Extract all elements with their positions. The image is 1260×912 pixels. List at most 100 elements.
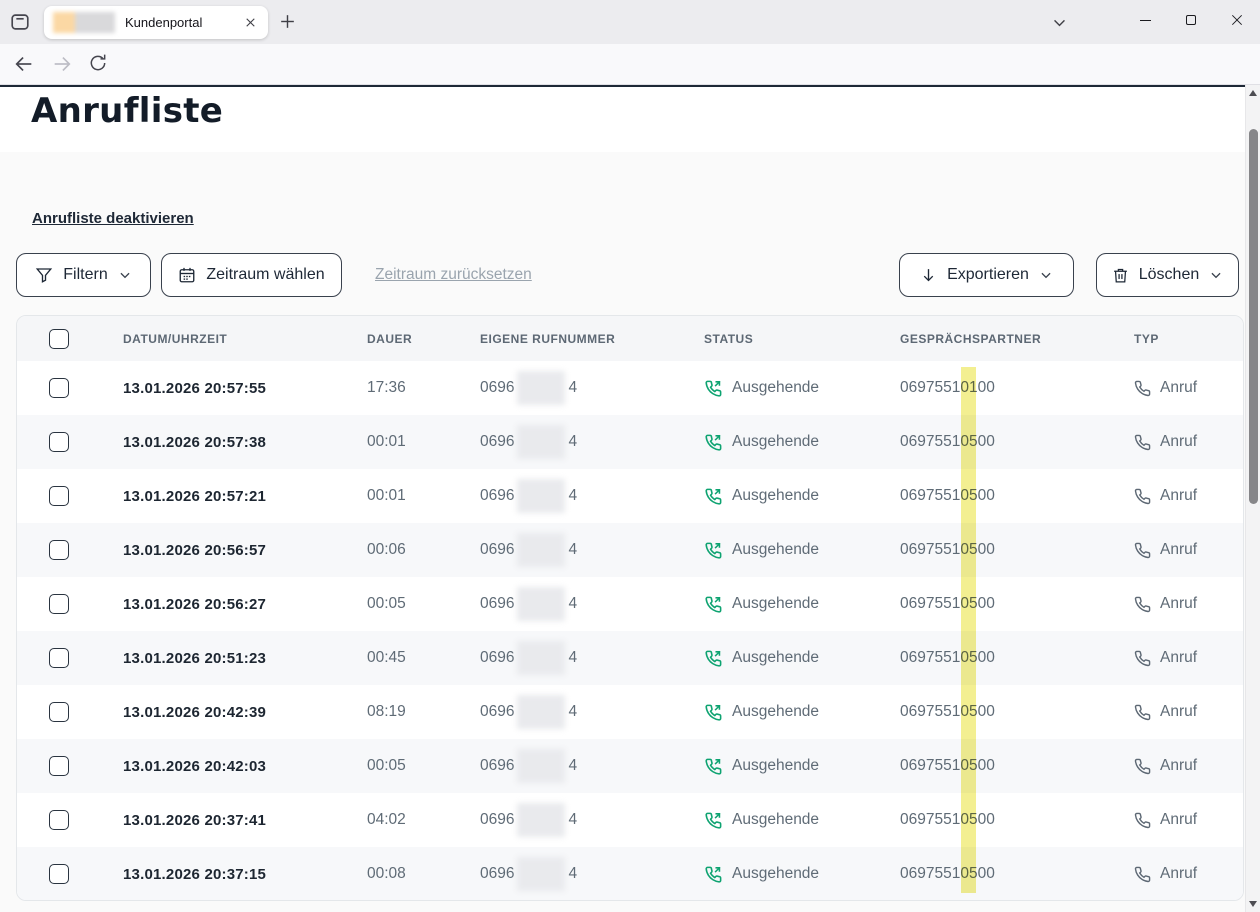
reload-icon[interactable]: [88, 53, 108, 73]
row-checkbox[interactable]: [49, 378, 69, 398]
outgoing-call-icon: [704, 379, 723, 398]
phone-icon: [1134, 596, 1151, 613]
status-cell: Ausgehende: [704, 649, 900, 668]
tab-title: Kundenportal: [125, 15, 242, 30]
row-checkbox[interactable]: [49, 594, 69, 614]
own-number-cell: 06964: [480, 803, 704, 837]
own-number-cell: 06964: [480, 425, 704, 459]
new-tab-icon[interactable]: [278, 12, 297, 31]
table-row: 13.01.2026 20:42:03 00:05 06964 Ausgehen…: [17, 739, 1243, 793]
type-cell: Anruf: [1134, 487, 1243, 505]
type-cell: Anruf: [1134, 433, 1243, 451]
outgoing-call-icon: [704, 595, 723, 614]
row-checkbox[interactable]: [49, 432, 69, 452]
datetime-cell: 13.01.2026 20:57:38: [123, 434, 367, 451]
status-cell: Ausgehende: [704, 595, 900, 614]
column-header-status: STATUS: [704, 332, 900, 346]
row-checkbox[interactable]: [49, 810, 69, 830]
table-header-row: DATUM/UHRZEIT DAUER EIGENE RUFNUMMER STA…: [17, 316, 1243, 361]
row-checkbox[interactable]: [49, 486, 69, 506]
trash-icon: [1112, 267, 1129, 284]
outgoing-call-icon: [704, 649, 723, 668]
own-number-cell: 06964: [480, 371, 704, 405]
scrollbar-thumb[interactable]: [1249, 129, 1258, 504]
export-button[interactable]: Exportieren: [899, 253, 1074, 297]
table-body: 13.01.2026 20:57:55 17:36 06964 Ausgehen…: [17, 361, 1243, 901]
type-cell: Anruf: [1134, 811, 1243, 829]
window-restore-icon[interactable]: [1168, 0, 1214, 40]
outgoing-call-icon: [704, 703, 723, 722]
redacted-number-blur: [517, 587, 565, 621]
datetime-cell: 13.01.2026 20:56:57: [123, 542, 367, 559]
redacted-number-blur: [517, 749, 565, 783]
browser-tab[interactable]: Kundenportal: [44, 6, 268, 39]
forward-icon[interactable]: [51, 53, 73, 75]
own-number-cell: 06964: [480, 641, 704, 675]
row-checkbox[interactable]: [49, 648, 69, 668]
datetime-cell: 13.01.2026 20:51:23: [123, 650, 367, 667]
table-row: 13.01.2026 20:56:27 00:05 06964 Ausgehen…: [17, 577, 1243, 631]
tab-close-icon[interactable]: [242, 14, 259, 31]
select-all-checkbox[interactable]: [49, 329, 69, 349]
column-header-partner: GESPRÄCHSPARTNER: [900, 332, 1134, 346]
column-header-own-number: EIGENE RUFNUMMER: [480, 332, 704, 346]
phone-icon: [1134, 434, 1151, 451]
row-checkbox[interactable]: [49, 540, 69, 560]
choose-date-range-button[interactable]: Zeitraum wählen: [161, 253, 342, 297]
status-cell: Ausgehende: [704, 541, 900, 560]
deactivate-call-list-link[interactable]: Anrufliste deaktivieren: [32, 210, 194, 227]
type-cell: Anruf: [1134, 757, 1243, 775]
redacted-number-blur: [517, 425, 565, 459]
table-row: 13.01.2026 20:37:15 00:08 06964 Ausgehen…: [17, 847, 1243, 901]
row-checkbox[interactable]: [49, 864, 69, 884]
status-cell: Ausgehende: [704, 811, 900, 830]
back-icon[interactable]: [13, 53, 35, 75]
datetime-cell: 13.01.2026 20:57:55: [123, 380, 367, 397]
column-header-type: TYP: [1134, 332, 1243, 346]
own-number-cell: 06964: [480, 587, 704, 621]
table-row: 13.01.2026 20:37:41 04:02 06964 Ausgehen…: [17, 793, 1243, 847]
chevron-down-icon: [1209, 268, 1223, 282]
status-cell: Ausgehende: [704, 757, 900, 776]
page-scrollbar[interactable]: [1245, 85, 1260, 912]
delete-button[interactable]: Löschen: [1096, 253, 1239, 297]
call-history-table: DATUM/UHRZEIT DAUER EIGENE RUFNUMMER STA…: [16, 315, 1244, 901]
duration-cell: 00:45: [367, 649, 480, 667]
window-close-icon[interactable]: [1214, 0, 1260, 40]
outgoing-call-icon: [704, 865, 723, 884]
scrollbar-up-arrow-icon[interactable]: [1249, 90, 1257, 96]
status-cell: Ausgehende: [704, 703, 900, 722]
own-number-cell: 06964: [480, 479, 704, 513]
duration-cell: 00:05: [367, 595, 480, 613]
own-number-cell: 06964: [480, 695, 704, 729]
partner-cell: 06975510500: [900, 811, 1134, 829]
scrollbar-down-arrow-icon[interactable]: [1249, 901, 1257, 907]
outgoing-call-icon: [704, 433, 723, 452]
partner-cell: 06975510500: [900, 703, 1134, 721]
partner-cell: 06975510500: [900, 865, 1134, 883]
chevron-down-icon: [118, 268, 132, 282]
funnel-icon: [35, 266, 53, 284]
datetime-cell: 13.01.2026 20:56:27: [123, 596, 367, 613]
row-checkbox[interactable]: [49, 756, 69, 776]
partner-cell: 06975510100: [900, 379, 1134, 397]
page-content: Anrufliste Anrufliste deaktivieren Filte…: [0, 85, 1245, 912]
datetime-cell: 13.01.2026 20:57:21: [123, 488, 367, 505]
reset-date-range-link[interactable]: Zeitraum zurücksetzen: [375, 266, 532, 284]
type-cell: Anruf: [1134, 379, 1243, 397]
duration-cell: 00:08: [367, 865, 480, 883]
list-all-tabs-icon[interactable]: [1051, 14, 1068, 31]
window-minimize-icon[interactable]: [1122, 0, 1168, 40]
redacted-number-blur: [517, 641, 565, 675]
partner-cell: 06975510500: [900, 487, 1134, 505]
table-row: 13.01.2026 20:57:55 17:36 06964 Ausgehen…: [17, 361, 1243, 415]
duration-cell: 08:19: [367, 703, 480, 721]
partner-cell: 06975510500: [900, 757, 1134, 775]
tab-favicon: [53, 12, 115, 33]
datetime-cell: 13.01.2026 20:37:15: [123, 866, 367, 883]
filter-button[interactable]: Filtern: [16, 253, 151, 297]
row-checkbox[interactable]: [49, 702, 69, 722]
firefox-view-icon[interactable]: [9, 11, 31, 33]
status-cell: Ausgehende: [704, 865, 900, 884]
duration-cell: 00:01: [367, 487, 480, 505]
